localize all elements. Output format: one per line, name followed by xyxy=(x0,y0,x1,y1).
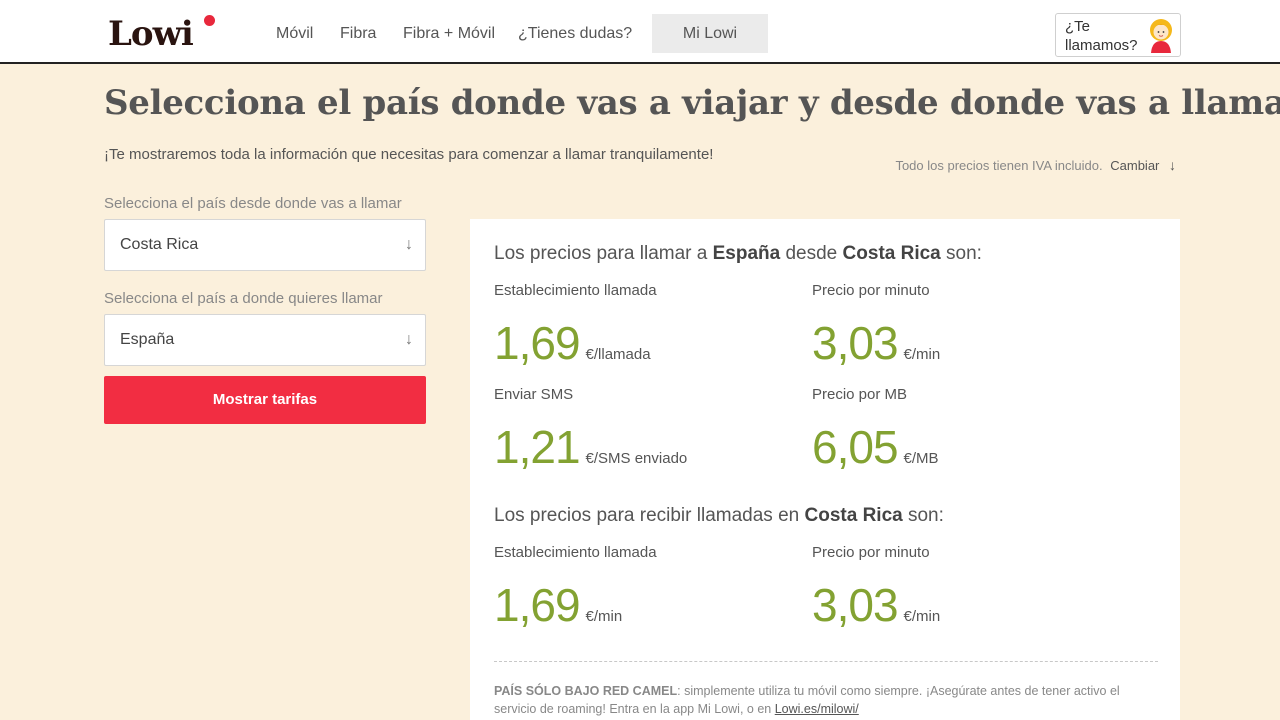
nav-fibra-movil[interactable]: Fibra + Móvil xyxy=(403,22,495,46)
metric-unit: €/min xyxy=(585,608,623,625)
call-setup-price: 1,69 €/llamada xyxy=(494,316,651,382)
note-strong: País sólo bajo red Camel xyxy=(494,684,678,698)
rates-card: Los precios para llamar a España desde C… xyxy=(470,219,1180,720)
to-country-select[interactable]: España ↓ xyxy=(104,314,426,366)
heading-text: Los precios para recibir llamadas en xyxy=(494,505,800,526)
camel-network-note: País sólo bajo red Camel: simplemente ut… xyxy=(494,682,1158,718)
metric-value: 1,69 xyxy=(494,579,581,631)
iva-change-link[interactable]: Cambiar xyxy=(1110,158,1159,173)
to-country-label: Selecciona el país a donde quieres llama… xyxy=(104,290,383,307)
arrow-down-icon[interactable]: ↓ xyxy=(1169,156,1176,174)
metric-value: 3,03 xyxy=(812,317,899,369)
heading-text: desde xyxy=(785,243,838,264)
nav-movil[interactable]: Móvil xyxy=(276,22,313,46)
sms-price: 1,21 €/SMS enviado xyxy=(494,420,687,486)
metric-value: 1,21 xyxy=(494,421,581,473)
callme-label: ¿Te llamamos? xyxy=(1065,18,1138,54)
origin-country: Costa Rica xyxy=(842,243,941,264)
to-country-value: España xyxy=(120,331,175,348)
site-header: Lowi Móvil Fibra Fibra + Móvil ¿Tienes d… xyxy=(0,0,1280,64)
show-rates-button[interactable]: Mostrar tarifas xyxy=(104,376,426,424)
arrow-down-icon: ↓ xyxy=(405,236,413,253)
heading-text: son: xyxy=(946,243,982,264)
logo-dot xyxy=(204,15,215,26)
avatar-icon xyxy=(1150,19,1172,53)
iva-notice: Todo los precios tienen IVA incluido. Ca… xyxy=(895,156,1176,175)
metric-label: Precio por MB xyxy=(812,386,908,403)
from-country-select[interactable]: Costa Rica ↓ xyxy=(104,219,426,271)
metric-unit: €/SMS enviado xyxy=(585,450,688,467)
metric-label: Precio por minuto xyxy=(812,282,930,299)
metric-unit: €/min xyxy=(903,346,941,363)
nav-fibra[interactable]: Fibra xyxy=(340,22,376,46)
milowi-link[interactable]: Lowi.es/milowi/ xyxy=(775,702,859,716)
divider xyxy=(494,661,1158,662)
metric-label: Precio por minuto xyxy=(812,544,930,561)
heading-text: son: xyxy=(907,505,944,526)
mi-lowi-button[interactable]: Mi Lowi xyxy=(652,14,768,53)
arrow-down-icon: ↓ xyxy=(405,331,413,348)
destination-country: España xyxy=(712,243,781,264)
heading-text: Los precios para llamar a xyxy=(494,243,708,264)
page-title: Selecciona el país donde vas a viajar y … xyxy=(104,83,1280,123)
metric-label: Establecimiento llamada xyxy=(494,544,657,561)
metric-value: 3,03 xyxy=(812,579,899,631)
metric-unit: €/MB xyxy=(903,450,939,467)
metric-label: Establecimiento llamada xyxy=(494,282,657,299)
from-country-label: Selecciona el país desde donde vas a lla… xyxy=(104,195,402,212)
receive-rates-heading: Los precios para recibir llamadas en Cos… xyxy=(494,503,944,529)
callme-button[interactable]: ¿Te llamamos? xyxy=(1055,13,1181,57)
metric-label: Enviar SMS xyxy=(494,386,574,403)
metric-unit: €/llamada xyxy=(585,346,651,363)
metric-unit: €/min xyxy=(903,608,941,625)
page-subtitle: ¡Te mostraremos toda la información que … xyxy=(104,146,714,163)
mb-price: 6,05 €/MB xyxy=(812,420,939,486)
metric-value: 6,05 xyxy=(812,421,899,473)
receive-setup-price: 1,69 €/min xyxy=(494,578,622,644)
from-country-value: Costa Rica xyxy=(120,236,199,253)
iva-text: Todo los precios tienen IVA incluido. xyxy=(895,158,1103,173)
metric-value: 1,69 xyxy=(494,317,581,369)
receive-per-minute-price: 3,03 €/min xyxy=(812,578,940,644)
lowi-logo[interactable]: Lowi xyxy=(108,14,194,54)
origin-country: Costa Rica xyxy=(804,505,903,526)
per-minute-price: 3,03 €/min xyxy=(812,316,940,382)
call-rates-heading: Los precios para llamar a España desde C… xyxy=(494,241,982,267)
nav-tienes-dudas[interactable]: ¿Tienes dudas? xyxy=(518,22,632,46)
